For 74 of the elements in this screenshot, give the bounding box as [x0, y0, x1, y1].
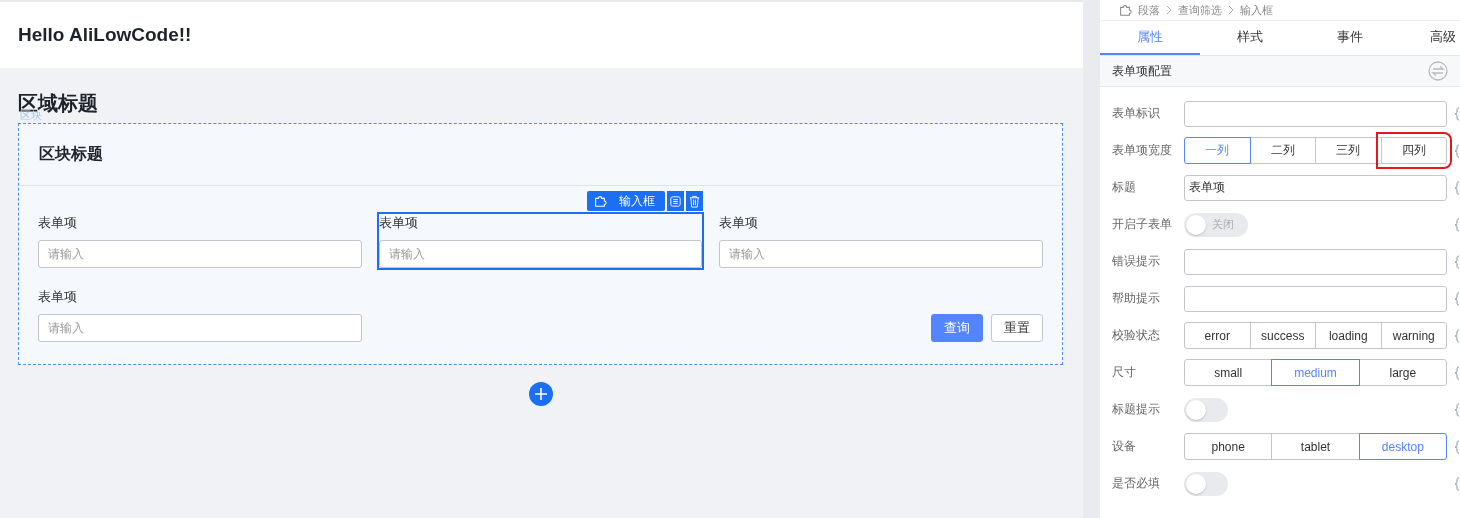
variable-icon[interactable]: [1454, 217, 1460, 232]
block-card[interactable]: 区块标题 表单项 请输入 输入框 表单项 请输入 表单项 请输入 表单项 请输入 查询 重置: [18, 123, 1063, 365]
segment-option[interactable]: error: [1184, 322, 1251, 349]
variable-icon[interactable]: [1454, 476, 1460, 491]
field-label: 表单项: [38, 288, 78, 306]
variable-icon[interactable]: [1454, 328, 1460, 343]
setting-field[interactable]: [1184, 248, 1447, 275]
chevron-icon: [1228, 5, 1234, 15]
setting-label: 尺寸: [1112, 364, 1137, 381]
field-label: 表单项: [38, 214, 78, 232]
segment-option[interactable]: medium: [1271, 359, 1360, 386]
segment-option[interactable]: desktop: [1358, 433, 1447, 460]
setting-label: 是否必填: [1112, 475, 1161, 492]
form-item[interactable]: 表单项 请输入: [719, 214, 1043, 268]
segment-option[interactable]: 二列: [1249, 137, 1316, 164]
page-title: Hello AliLowCode!!: [18, 24, 192, 46]
form-item[interactable]: 表单项 请输入: [38, 214, 362, 268]
setting-label: 错误提示: [1112, 253, 1161, 270]
setting-label: 开启子表单: [1112, 216, 1173, 233]
component-tag[interactable]: 输入框: [587, 191, 666, 211]
segment-option[interactable]: warning: [1380, 322, 1447, 349]
form-button[interactable]: 重置: [991, 314, 1043, 342]
field-label: 表单项: [719, 214, 760, 232]
setting-label: 校验状态: [1112, 327, 1161, 344]
setting-label: 标题: [1112, 179, 1137, 196]
card-title: 区块标题: [19, 124, 1062, 186]
segment-option[interactable]: 三列: [1315, 137, 1382, 164]
toggle-switch[interactable]: [1184, 471, 1228, 496]
variable-icon[interactable]: [1454, 365, 1460, 380]
component-icon: [593, 194, 608, 208]
segment-option[interactable]: large: [1358, 359, 1447, 386]
panel-tab[interactable]: 高级: [1400, 21, 1460, 55]
group-title: 表单项配置: [1112, 62, 1172, 80]
copy-icon[interactable]: [667, 191, 685, 211]
setting-label: 标题提示: [1112, 401, 1161, 418]
variable-icon[interactable]: [1454, 291, 1460, 306]
panel-tab[interactable]: 样式: [1200, 21, 1300, 55]
segment-option[interactable]: phone: [1184, 433, 1273, 460]
variable-icon[interactable]: [1454, 402, 1460, 417]
text-field[interactable]: 请输入: [378, 240, 703, 268]
setting-label: 帮助提示: [1112, 290, 1161, 307]
setting-label: 表单标识: [1112, 105, 1161, 122]
setting-field[interactable]: [1184, 100, 1447, 127]
group-header[interactable]: 表单项配置: [1100, 56, 1460, 87]
component-name: 输入框: [619, 192, 656, 210]
toggle-icon[interactable]: [1428, 61, 1448, 81]
text-field[interactable]: 请输入: [38, 314, 362, 342]
setting-label: 设备: [1112, 438, 1137, 455]
setting-label: 表单项宽度: [1112, 142, 1173, 159]
add-icon[interactable]: [528, 382, 553, 406]
field-label: 表单项: [378, 214, 419, 232]
variable-icon[interactable]: [1454, 180, 1460, 195]
breadcrumb-link[interactable]: 段落: [1138, 2, 1160, 18]
setting-field[interactable]: 表单项: [1184, 174, 1447, 201]
text-field[interactable]: 请输入: [38, 240, 362, 268]
segment-option[interactable]: success: [1249, 322, 1316, 349]
variable-icon[interactable]: [1454, 106, 1460, 121]
text-field[interactable]: 请输入: [719, 240, 1043, 268]
form-item[interactable]: 表单项 请输入: [38, 288, 362, 342]
breadcrumb-link[interactable]: 查询筛选: [1178, 2, 1222, 18]
variable-icon[interactable]: [1454, 143, 1460, 158]
segment-option[interactable]: small: [1184, 359, 1273, 386]
chevron-icon: [1166, 5, 1172, 15]
delete-icon[interactable]: [686, 191, 704, 211]
variable-icon[interactable]: [1454, 439, 1460, 454]
component-icon: [1118, 3, 1132, 17]
variable-icon[interactable]: [1454, 254, 1460, 269]
setting-field[interactable]: [1184, 285, 1447, 312]
segment-option[interactable]: loading: [1315, 322, 1382, 349]
segment-option[interactable]: 一列: [1184, 137, 1251, 164]
breadcrumb-link[interactable]: 输入框: [1240, 2, 1273, 18]
segment-option[interactable]: tablet: [1271, 433, 1360, 460]
panel-tab[interactable]: 事件: [1300, 21, 1400, 55]
toggle-switch[interactable]: [1184, 397, 1228, 422]
